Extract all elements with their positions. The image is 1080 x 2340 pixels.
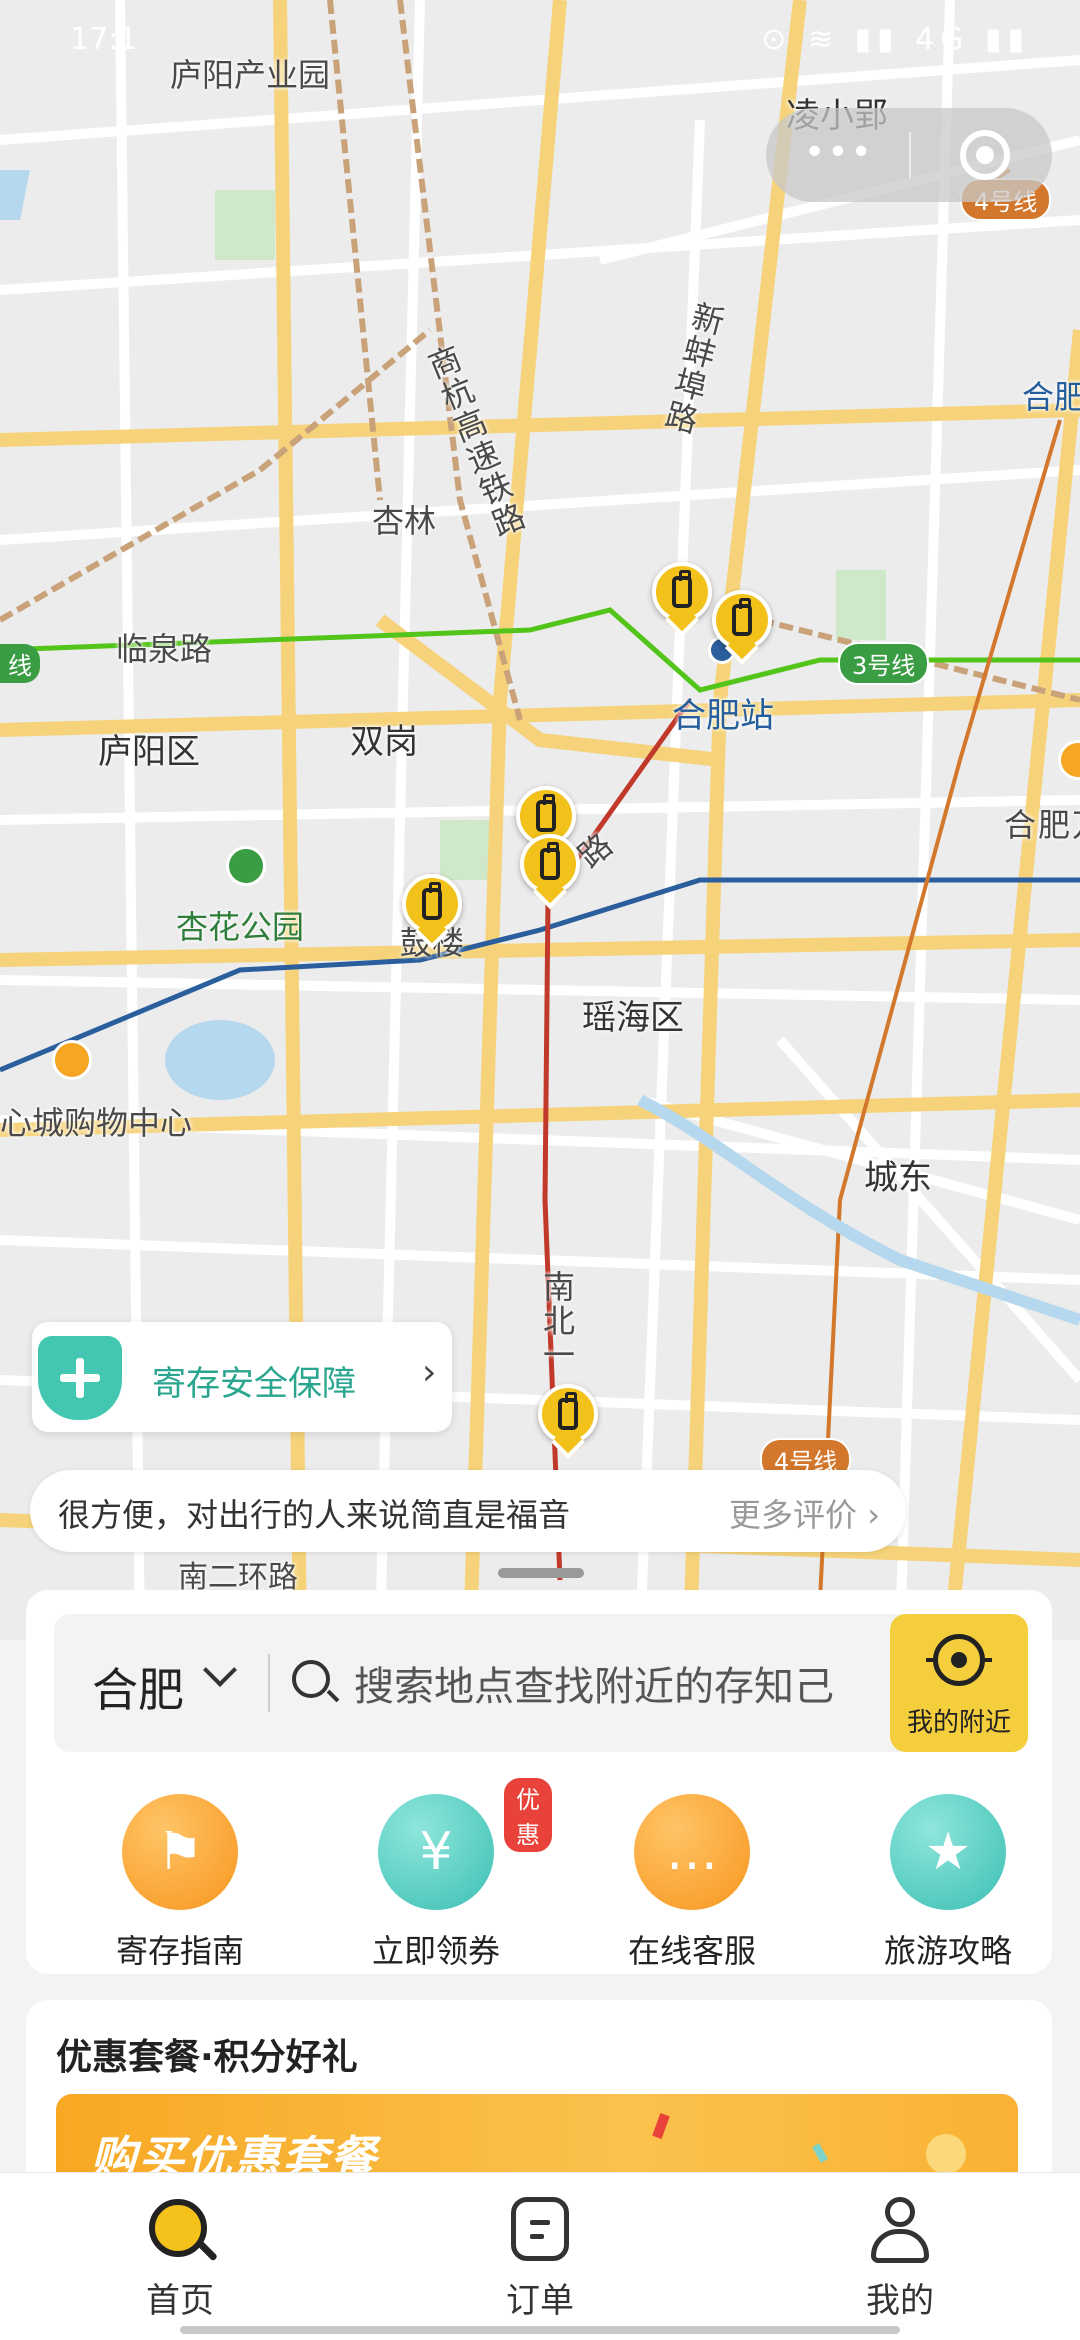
shield-plus-icon [38,1336,122,1420]
map-label-luyang-district: 庐阳区 [98,732,200,772]
map-label-chengdong: 城东 [864,1158,932,1198]
luggage-pin-icon[interactable] [538,1384,598,1459]
get-coupon-label: 立即领券 [371,1932,500,1970]
storage-guide-button[interactable]: ⚑ 寄存指南 [80,1794,280,1972]
home-search-icon [145,2195,218,2265]
travel-guide-button[interactable]: ★ 旅游攻略 [848,1794,1048,1972]
home-indicator[interactable] [180,2326,900,2334]
metro-line3-badge: 3号线 [838,642,930,685]
bottom-panel: 合肥 搜索地点查找附近的存知己 我的附近 ⚑ 寄存指南 ¥ 优惠 立即领券 … … [26,1590,1052,1974]
luggage-pin-icon[interactable] [652,562,712,637]
nearby-label: 我的附近 [906,1708,1011,1738]
capsule-divider [909,132,911,178]
search-icon [292,1660,330,1698]
coin-decoration [926,2134,966,2174]
search-divider [268,1654,270,1712]
tab-me-label: 我的 [866,2281,934,2321]
online-service-label: 在线客服 [627,1932,756,1970]
locate-icon [926,1634,992,1686]
map-line-badge-left: 线 [0,644,40,683]
city-selector[interactable]: 合肥 [92,1654,184,1720]
status-icons: ⊙ ≋ ▮▮ 4G ▮▮ [761,22,1030,57]
more-reviews-link[interactable]: 更多评价 › [729,1490,880,1536]
tab-orders[interactable]: 订单 [440,2195,640,2322]
tab-me[interactable]: 我的 [800,2195,1000,2322]
chat-icon: … [666,1822,718,1882]
profile-icon [865,2195,935,2265]
order-icon [505,2195,575,2265]
discount-badge: 优惠 [502,1776,554,1854]
get-coupon-button[interactable]: ¥ 优惠 立即领券 [336,1776,554,1972]
online-service-button[interactable]: … 在线客服 [592,1794,792,1972]
storage-safety-label: 寄存安全保障 [152,1364,356,1404]
chevron-right-icon: › [422,1352,437,1393]
map-label-yaohai-district: 瑶海区 [582,998,684,1038]
more-icon[interactable]: ••• [804,135,874,171]
map-label-mall: 心城购物中心 [0,1104,193,1142]
status-time: 17:1 [70,22,138,57]
park-poi-icon [226,846,266,886]
luggage-pin-icon[interactable] [520,834,580,909]
search-bar: 合肥 搜索地点查找附近的存知己 我的附近 [54,1614,1028,1752]
mall-poi-icon [52,1040,92,1080]
storage-guide-label: 寄存指南 [115,1932,244,1970]
promo-title: 优惠套餐·积分好礼 [56,2037,358,2078]
luggage-pin-icon[interactable] [402,874,462,949]
tab-home[interactable]: 首页 [80,2195,280,2322]
map-label-hefei-wanda: 合肥万达 [1004,806,1080,844]
confetti-decoration [812,2143,828,2163]
miniprogram-capsule: ••• [766,108,1052,202]
travel-guide-label: 旅游攻略 [883,1932,1012,1970]
confetti-decoration [652,2113,670,2139]
close-target-icon[interactable] [960,130,1010,180]
drag-handle[interactable] [498,1568,584,1578]
map-label-shuanggang: 双岗 [350,722,418,762]
tab-home-label: 首页 [146,2281,214,2321]
signpost-icon: ⚑ [156,1822,204,1882]
review-text: 很方便，对出行的人来说简直是福音 [58,1496,571,1534]
map-label-hefei-right: 合肥 [1022,378,1080,416]
storage-safety-button[interactable]: 寄存安全保障 › [32,1322,452,1432]
map-label-nanbei-road: 南北一 [538,1270,576,1372]
map-label-hefei-station: 合肥站 [672,696,774,736]
review-banner[interactable]: 很方便，对出行的人来说简直是福音 更多评价 › [30,1470,906,1552]
chevron-down-icon[interactable] [203,1653,237,1687]
tab-bar: 首页 订单 我的 [0,2172,1080,2340]
nearby-button[interactable]: 我的附近 [890,1614,1028,1752]
map-label-apricot-park: 杏花公园 [176,908,305,946]
search-input[interactable]: 搜索地点查找附近的存知己 [354,1654,874,1712]
luggage-pin-icon[interactable] [712,590,772,665]
map-label-xinglin: 杏林 [372,502,437,540]
guidebook-icon: ★ [924,1822,972,1882]
tab-orders-label: 订单 [506,2281,574,2321]
coupon-icon: ¥ [419,1822,453,1882]
status-bar: 17:1 ⊙ ≋ ▮▮ 4G ▮▮ [0,0,1080,80]
map-label-linquan-road: 临泉路 [116,630,213,668]
